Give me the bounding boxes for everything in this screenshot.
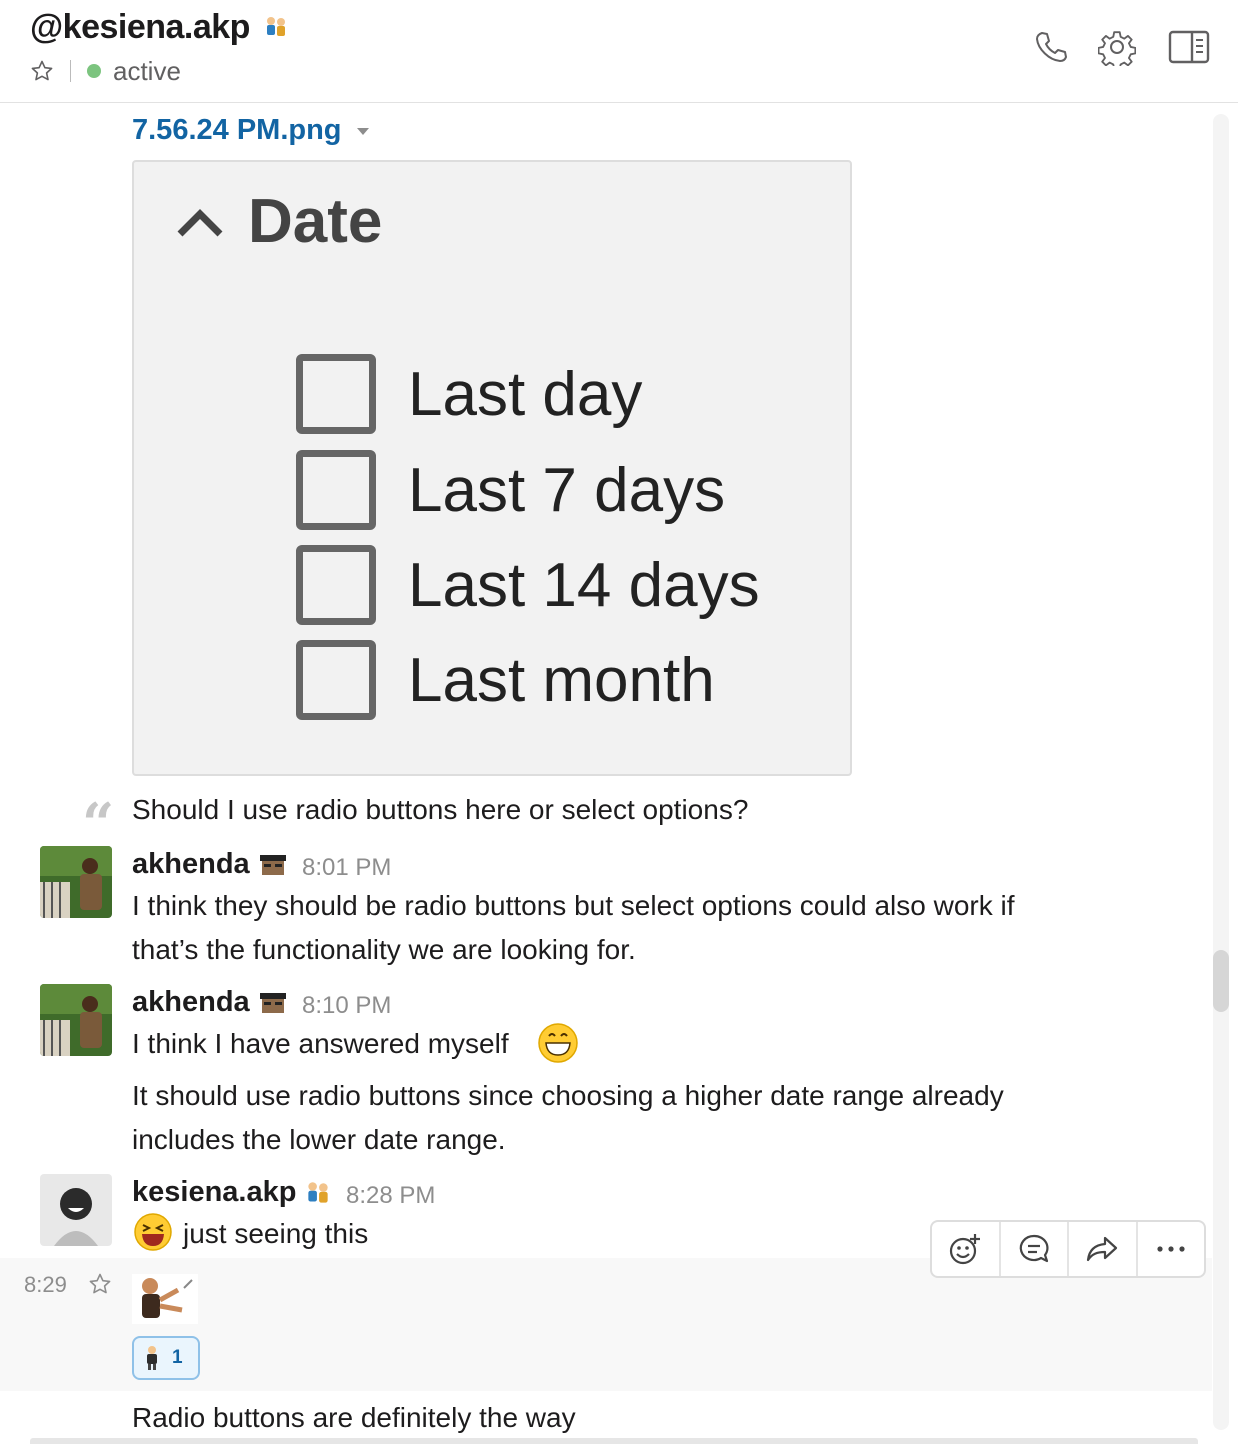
image-option-row: Last 14 days <box>296 545 760 625</box>
settings-button[interactable] <box>1096 26 1138 68</box>
reaction-pill[interactable]: 1 <box>132 1336 200 1380</box>
checkbox-image <box>296 450 376 530</box>
quote-icon: “ <box>82 791 115 857</box>
message-timestamp[interactable]: 8:29 <box>24 1272 67 1298</box>
message-author[interactable]: akhenda <box>132 986 250 1019</box>
ninja-emoji-icon <box>258 849 288 879</box>
avatar-image <box>40 846 112 918</box>
scrollbar-thumb[interactable] <box>1213 950 1229 1012</box>
message-text: I think they should be radio buttons but… <box>132 890 1015 921</box>
share-message-button[interactable] <box>1069 1222 1138 1276</box>
phone-icon <box>1036 32 1067 62</box>
channel-meta: active <box>30 56 181 86</box>
image-option-row: Last month <box>296 640 715 720</box>
avatar[interactable] <box>40 846 112 918</box>
avatar[interactable] <box>40 984 112 1056</box>
image-option-label: Last 14 days <box>408 550 760 620</box>
person-emoji-icon <box>147 1346 157 1370</box>
message-text: Radio buttons are definitely the way <box>132 1402 576 1433</box>
avatar-image <box>40 984 112 1056</box>
file-name-link[interactable]: 7.56.24 PM.png <box>132 114 342 147</box>
comment-icon <box>1019 1234 1049 1263</box>
image-option-row: Last day <box>296 354 642 434</box>
details-pane-button[interactable] <box>1168 26 1210 68</box>
start-thread-button[interactable] <box>1001 1222 1069 1276</box>
more-actions-button[interactable] <box>1138 1222 1205 1276</box>
checkbox-image <box>296 640 376 720</box>
checkbox-image <box>296 545 376 625</box>
checkbox-image <box>296 354 376 434</box>
star-icon[interactable] <box>88 1272 112 1296</box>
channel-header: @kesiena.akp active <box>0 0 1238 103</box>
image-option-row: Last 7 days <box>296 450 725 530</box>
message-timestamp[interactable]: 8:01 PM <box>302 854 391 882</box>
gear-icon <box>1098 31 1136 66</box>
file-comment-text: Should I use radio buttons here or selec… <box>132 794 749 825</box>
avatar-image <box>40 1174 112 1246</box>
add-reaction-button[interactable] <box>932 1222 1001 1276</box>
people-emoji-icon <box>267 17 285 36</box>
image-option-label: Last 7 days <box>408 455 726 525</box>
image-attachment[interactable]: Date Last day Last 7 days Last 14 days L… <box>132 160 852 776</box>
meta-divider <box>70 60 71 82</box>
reaction-count: 1 <box>172 1347 183 1368</box>
star-icon[interactable] <box>30 59 54 83</box>
message-input-edge[interactable] <box>30 1438 1198 1444</box>
presence-label: active <box>113 55 181 86</box>
call-button[interactable] <box>1030 26 1072 68</box>
ellipsis-icon <box>1157 1246 1185 1252</box>
image-option-label: Last month <box>408 645 715 715</box>
scrollbar-track[interactable] <box>1213 114 1229 1430</box>
laughing-emoji-icon <box>134 1213 172 1251</box>
message-text: that’s the functionality we are looking … <box>132 934 636 965</box>
message-author[interactable]: akhenda <box>132 848 250 881</box>
message-text: I think I have answered myself <box>132 1028 509 1059</box>
sidebar-toggle-icon <box>1168 30 1210 64</box>
share-arrow-icon <box>1087 1236 1118 1262</box>
gif-image[interactable] <box>132 1274 198 1324</box>
image-heading: Date <box>248 187 383 256</box>
avatar[interactable] <box>40 1174 112 1246</box>
presence-dot <box>87 64 101 78</box>
people-emoji-icon <box>308 1182 328 1203</box>
image-option-label: Last day <box>408 359 643 429</box>
add-reaction-icon <box>950 1234 981 1265</box>
grinning-emoji-icon <box>538 1023 578 1063</box>
channel-title[interactable]: @kesiena.akp <box>30 8 250 47</box>
caret-down-icon[interactable] <box>356 126 370 136</box>
message-author[interactable]: kesiena.akp <box>132 1176 296 1209</box>
message-text: includes the lower date range. <box>132 1124 506 1155</box>
message-text: just seeing this <box>183 1218 369 1249</box>
message-timestamp[interactable]: 8:28 PM <box>346 1182 435 1210</box>
message-actions-toolbar <box>930 1220 1206 1278</box>
message-text: It should use radio buttons since choosi… <box>132 1080 1004 1111</box>
message-timestamp[interactable]: 8:10 PM <box>302 992 391 1020</box>
ninja-emoji-icon <box>258 987 288 1017</box>
chevron-up-icon <box>177 209 223 237</box>
